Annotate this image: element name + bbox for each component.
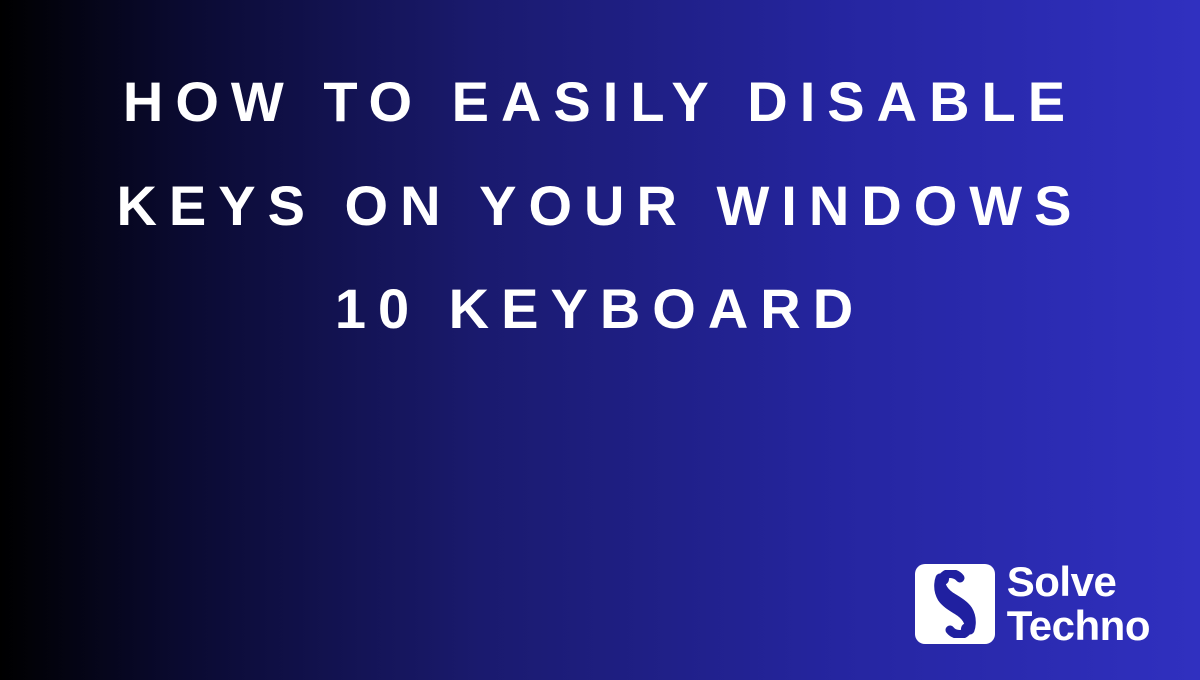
brand-name-line2: Techno (1007, 604, 1150, 648)
brand-name: Solve Techno (1007, 560, 1150, 648)
page-title: HOW TO EASILY DISABLE KEYS ON YOUR WINDO… (0, 50, 1200, 361)
brand-name-line1: Solve (1007, 560, 1150, 604)
brand-logo: Solve Techno (915, 560, 1150, 648)
solve-techno-logo-icon (915, 564, 995, 644)
